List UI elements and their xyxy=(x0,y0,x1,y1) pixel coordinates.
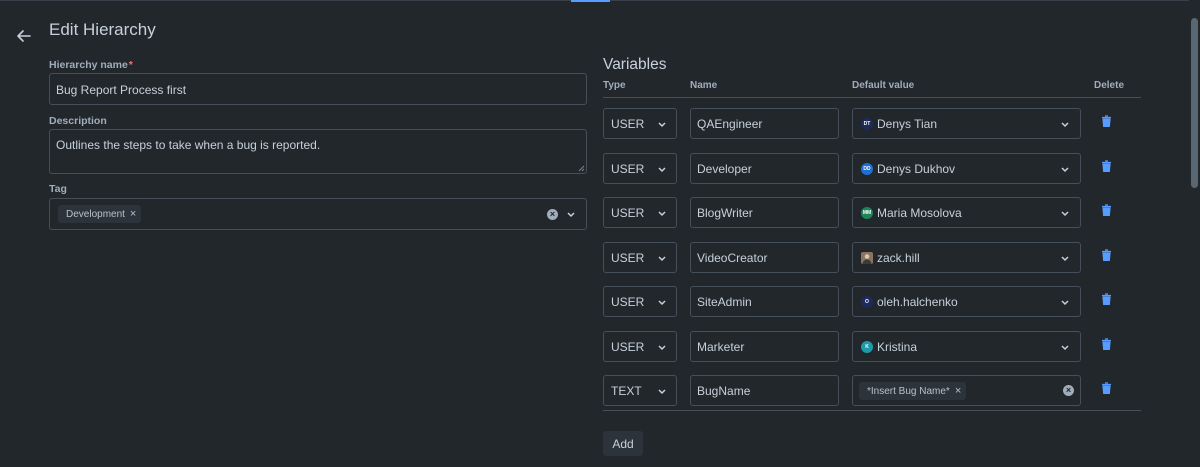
back-arrow-icon[interactable] xyxy=(14,26,34,46)
description-textarea[interactable]: Outlines the steps to take when a bug is… xyxy=(49,129,587,174)
default-value: oleh.halchenko xyxy=(877,295,958,309)
default-value-select[interactable]: DT Denys Tian xyxy=(852,108,1081,139)
default-value: Denys Tian xyxy=(877,117,938,131)
variable-name-value: VideoCreator xyxy=(697,251,768,265)
column-header-default: Default value xyxy=(852,80,915,91)
variable-name-value: Marketer xyxy=(697,340,745,354)
resize-handle-icon[interactable] xyxy=(578,165,585,172)
chevron-down-icon xyxy=(1061,256,1069,262)
avatar: O xyxy=(861,296,873,308)
hierarchy-name-label-text: Hierarchy name xyxy=(49,59,128,71)
avatar: DD xyxy=(861,163,873,175)
default-value-chip-label: *Insert Bug Name* xyxy=(867,386,950,397)
tag-select[interactable]: Development × × xyxy=(49,198,587,230)
default-value: Kristina xyxy=(877,340,918,354)
type-select[interactable]: USER xyxy=(603,108,677,139)
hierarchy-name-input[interactable]: Bug Report Process first xyxy=(49,73,587,105)
trash-icon[interactable] xyxy=(1101,160,1112,172)
page-title: Edit Hierarchy xyxy=(49,20,156,39)
variable-name-value: Developer xyxy=(697,162,752,176)
chevron-down-icon xyxy=(1061,167,1069,173)
variable-name-input[interactable]: SiteAdmin xyxy=(690,286,839,317)
tag-chip-label: Development xyxy=(66,209,125,220)
chevron-down-icon xyxy=(658,389,666,395)
description-label: Description xyxy=(49,115,107,127)
table-bottom-divider xyxy=(603,410,1141,411)
trash-icon[interactable] xyxy=(1101,293,1112,305)
clear-tags-icon[interactable]: × xyxy=(547,209,558,220)
default-value-select[interactable]: MM Maria Mosolova xyxy=(852,197,1081,228)
variable-name-input[interactable]: QAEngineer xyxy=(690,108,839,139)
clear-value-icon[interactable]: × xyxy=(1063,385,1074,396)
default-value-select[interactable]: zack.hill xyxy=(852,242,1081,273)
variable-name-input[interactable]: Marketer xyxy=(690,331,839,362)
scrollbar-thumb[interactable] xyxy=(1191,18,1198,188)
default-value-chip: *Insert Bug Name* × xyxy=(859,382,967,400)
type-value: USER xyxy=(611,295,645,309)
default-value: Maria Mosolova xyxy=(877,206,962,220)
add-variable-button[interactable]: Add xyxy=(603,431,643,456)
remove-value-icon[interactable]: × xyxy=(955,385,961,397)
trash-icon[interactable] xyxy=(1101,338,1112,350)
chevron-down-icon xyxy=(658,211,666,217)
type-select[interactable]: TEXT xyxy=(603,375,677,406)
chevron-down-icon xyxy=(658,167,666,173)
chevron-down-icon[interactable] xyxy=(566,209,576,219)
header-divider xyxy=(603,97,1141,98)
type-select[interactable]: USER xyxy=(603,197,677,228)
column-header-delete: Delete xyxy=(1094,80,1125,91)
variable-name-input[interactable]: Developer xyxy=(690,153,839,184)
type-select[interactable]: USER xyxy=(603,286,677,317)
trash-icon[interactable] xyxy=(1101,115,1112,127)
type-value: USER xyxy=(611,251,645,265)
variable-name-value: SiteAdmin xyxy=(697,295,752,309)
chevron-down-icon xyxy=(1061,122,1069,128)
variable-name-input[interactable]: VideoCreator xyxy=(690,242,839,273)
type-value: TEXT xyxy=(611,384,642,398)
default-value: Denys Dukhov xyxy=(877,162,956,176)
chevron-down-icon xyxy=(1061,345,1069,351)
chevron-down-icon xyxy=(658,345,666,351)
type-select[interactable]: USER xyxy=(603,331,677,362)
default-value-select[interactable]: K Kristina xyxy=(852,331,1081,362)
description-value: Outlines the steps to take when a bug is… xyxy=(56,138,321,152)
variable-name-value: BugName xyxy=(697,384,751,398)
required-mark: * xyxy=(128,59,133,71)
hierarchy-name-value: Bug Report Process first xyxy=(56,83,187,97)
trash-icon[interactable] xyxy=(1101,204,1112,216)
trash-icon[interactable] xyxy=(1101,249,1112,261)
trash-icon[interactable] xyxy=(1101,382,1112,394)
variable-name-value: BlogWriter xyxy=(697,206,753,220)
default-value-multiselect[interactable]: *Insert Bug Name* × × xyxy=(852,375,1081,406)
default-value-select[interactable]: DD Denys Dukhov xyxy=(852,153,1081,184)
chevron-down-icon xyxy=(658,256,666,262)
remove-tag-icon[interactable]: × xyxy=(130,208,136,220)
type-select[interactable]: USER xyxy=(603,242,677,273)
type-value: USER xyxy=(611,206,645,220)
default-value: zack.hill xyxy=(877,251,920,265)
avatar: DT xyxy=(861,118,873,130)
chevron-down-icon xyxy=(1061,300,1069,306)
type-value: USER xyxy=(611,117,645,131)
variable-name-input[interactable]: BlogWriter xyxy=(690,197,839,228)
default-value-select[interactable]: O oleh.halchenko xyxy=(852,286,1081,317)
column-header-name: Name xyxy=(690,80,718,91)
variable-name-input[interactable]: BugName xyxy=(690,375,839,406)
photo-avatar-icon xyxy=(861,252,873,264)
hierarchy-name-label: Hierarchy name* xyxy=(49,59,133,71)
type-value: USER xyxy=(611,162,645,176)
avatar: K xyxy=(861,341,873,353)
chevron-down-icon xyxy=(658,122,666,128)
chevron-down-icon xyxy=(1061,211,1069,217)
column-header-type: Type xyxy=(603,80,626,91)
variable-name-value: QAEngineer xyxy=(697,117,763,131)
chevron-down-icon xyxy=(658,300,666,306)
active-tab-indicator xyxy=(571,0,610,2)
tag-chip: Development × xyxy=(58,205,142,223)
avatar: MM xyxy=(861,207,873,219)
type-select[interactable]: USER xyxy=(603,153,677,184)
variables-title: Variables xyxy=(603,56,667,73)
type-value: USER xyxy=(611,340,645,354)
tag-label: Tag xyxy=(49,183,67,195)
